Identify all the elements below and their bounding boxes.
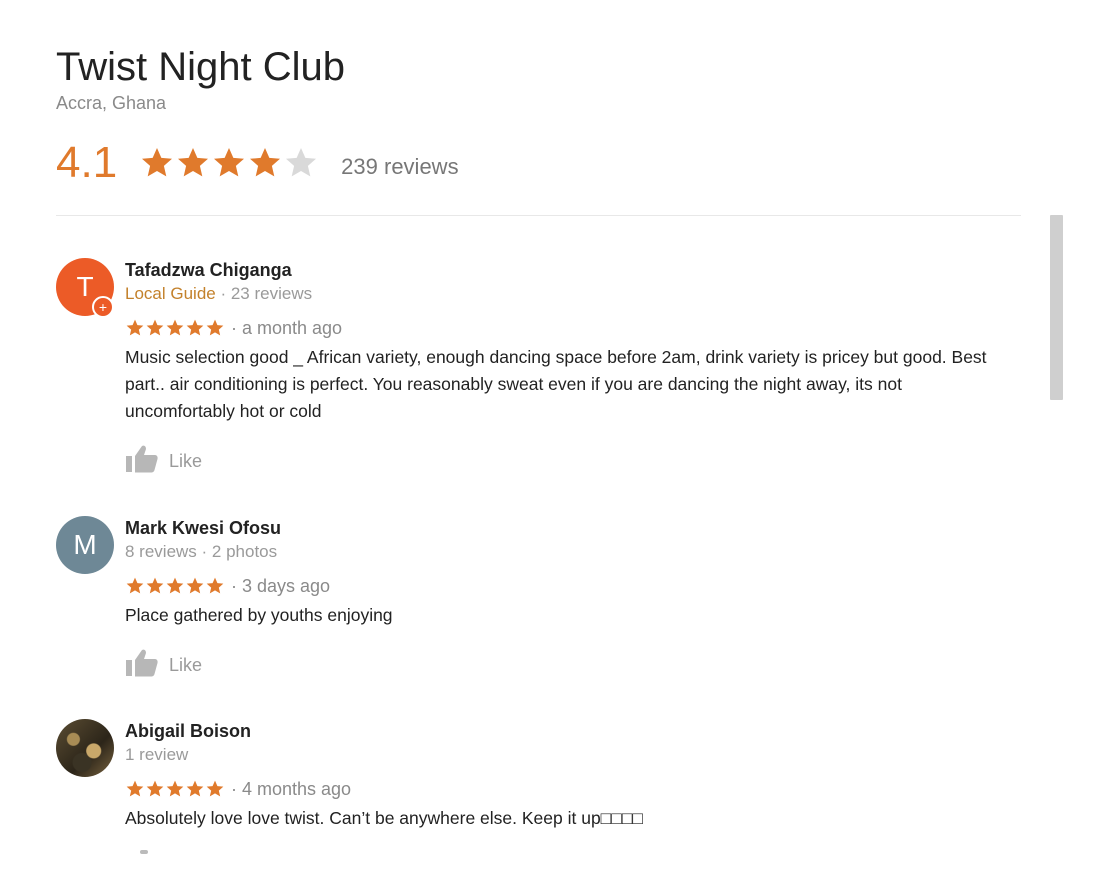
reviewer-name[interactable]: Abigail Boison — [125, 719, 1015, 743]
star-icon — [126, 319, 144, 336]
star-icon — [146, 319, 164, 336]
like-button[interactable]: Like — [125, 445, 1015, 477]
star-icon — [126, 780, 144, 797]
star-icon — [166, 577, 184, 594]
like-button[interactable]: Like — [125, 649, 1015, 681]
local-guide-badge-icon: + — [92, 296, 114, 318]
like-label: Like — [169, 654, 203, 675]
like-button-partial[interactable] — [140, 850, 148, 854]
star-icon — [250, 148, 281, 177]
review-stars — [125, 576, 225, 596]
star-icon — [142, 148, 173, 177]
reviewer-name[interactable]: Tafadzwa Chiganga — [125, 258, 1015, 282]
review-count-link[interactable]: 239 reviews — [341, 154, 458, 180]
avatar-letter: M — [73, 529, 97, 560]
star-icon — [186, 319, 204, 336]
rating-stars — [139, 145, 319, 181]
avatar[interactable] — [56, 719, 114, 777]
reviewer-meta: 8 reviews · 2 photos — [125, 542, 278, 561]
place-title: Twist Night Club — [56, 45, 345, 89]
review-date: · 4 months ago — [231, 778, 352, 799]
reviewer-name[interactable]: Mark Kwesi Ofosu — [125, 516, 1015, 540]
star-icon — [166, 780, 184, 797]
star-icon — [286, 148, 317, 177]
rating-summary: 4.1 239 reviews — [56, 138, 459, 188]
star-icon — [206, 780, 224, 797]
review-text: Music selection good _ African variety, … — [125, 347, 987, 421]
reviewer-meta: 1 review — [125, 745, 189, 764]
thumbs-up-icon — [125, 648, 169, 683]
review-text: Place gathered by youths enjoying — [125, 605, 393, 625]
star-icon — [146, 577, 164, 594]
avatar[interactable]: M — [56, 516, 114, 574]
star-icon — [178, 148, 209, 177]
star-icon — [206, 319, 224, 336]
review-text: Absolutely love love twist. Can’t be any… — [125, 808, 643, 828]
thumbs-up-icon — [125, 444, 169, 479]
reviewer-review-count: · 23 reviews — [215, 284, 313, 303]
scrollbar-thumb[interactable] — [1050, 215, 1063, 400]
rating-score: 4.1 — [56, 138, 118, 187]
star-icon — [214, 148, 245, 177]
divider — [56, 215, 1021, 216]
review-stars — [125, 779, 225, 799]
star-icon — [166, 319, 184, 336]
star-icon — [186, 577, 204, 594]
avatar[interactable]: T + — [56, 258, 114, 318]
review-date: · 3 days ago — [231, 575, 331, 596]
star-icon — [126, 577, 144, 594]
like-label: Like — [169, 450, 203, 471]
reviewer-meta: Local Guide · 23 reviews — [125, 282, 1015, 306]
star-icon — [146, 780, 164, 797]
place-location: Accra, Ghana — [56, 93, 167, 113]
review-stars — [125, 318, 225, 338]
review-date: · a month ago — [231, 317, 343, 338]
star-icon — [206, 577, 224, 594]
star-icon — [186, 780, 204, 797]
avatar-letter: T — [76, 271, 94, 302]
local-guide-label: Local Guide — [125, 284, 216, 303]
